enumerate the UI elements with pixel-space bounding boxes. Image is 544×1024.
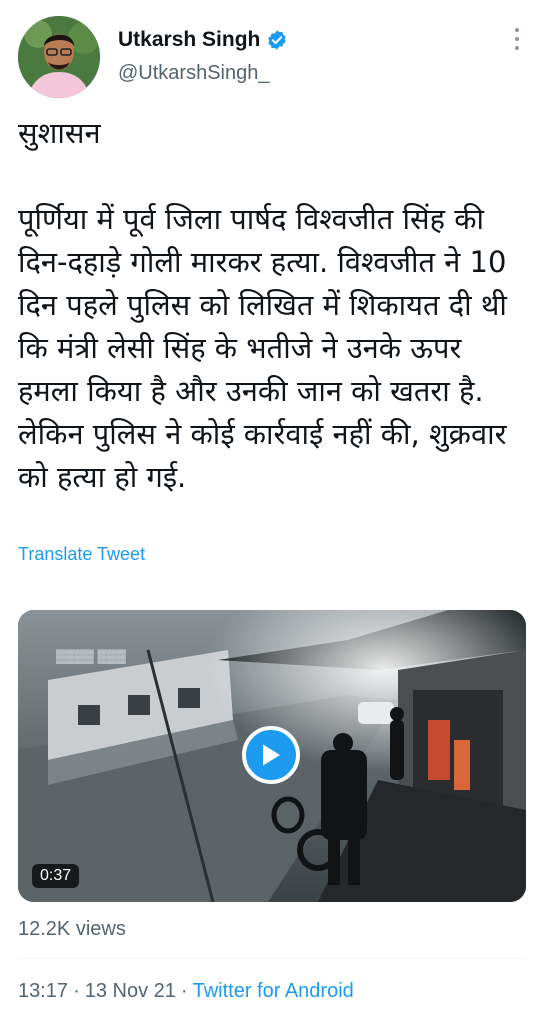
more-options-icon[interactable] [514,28,520,54]
play-icon [263,744,280,766]
verified-badge-icon [268,30,287,50]
translate-tweet-link[interactable]: Translate Tweet [18,544,145,565]
meta-separator: · [180,980,188,1002]
avatar[interactable] [18,16,100,98]
avatar-photo [18,16,100,98]
video-player[interactable]: ▓▓▓▓ ▓▓▓ 0:37 [18,610,526,902]
divider [18,958,526,959]
view-count: 12.2K views [18,918,126,940]
play-button[interactable] [242,726,300,784]
author-name[interactable]: Utkarsh Singh [118,28,260,52]
tweet-source-link[interactable]: Twitter for Android [193,980,354,1003]
author-name-row[interactable]: Utkarsh Singh [118,28,288,52]
author-handle[interactable]: @UtkarshSingh_ [118,62,269,85]
tweet-header: Utkarsh Singh @UtkarshSingh_ [0,0,544,110]
tweet-metadata: 13:17 · 13 Nov 21 · Twitter for Android [18,980,354,1003]
svg-text:▓▓▓▓ ▓▓▓: ▓▓▓▓ ▓▓▓ [56,648,126,664]
video-duration: 0:37 [32,864,80,888]
tweet-date[interactable]: 13 Nov 21 [85,980,176,1003]
meta-separator: · [73,980,80,1002]
tweet-text: सुशासन पूर्णिया में पूर्व जिला पार्षद वि… [18,116,507,494]
tweet-time[interactable]: 13:17 [18,980,68,1003]
